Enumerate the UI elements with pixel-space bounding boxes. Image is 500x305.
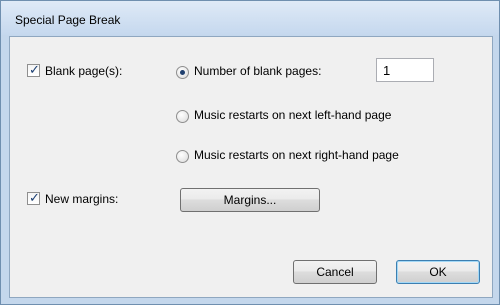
margins-button[interactable]: Margins...	[180, 188, 320, 212]
title-bar[interactable]: Special Page Break	[1, 1, 499, 35]
cancel-button-label: Cancel	[316, 265, 354, 279]
check-icon: ✓	[29, 62, 40, 77]
restart-right-hand-label: Music restarts on next right-hand page	[194, 148, 399, 162]
restart-left-hand-label: Music restarts on next left-hand page	[194, 108, 392, 122]
blank-pages-count-input[interactable]	[376, 58, 434, 82]
radio-number-of-blank-pages[interactable]	[176, 66, 189, 79]
dialog-window: Special Page Break ✓ Blank page(s): Numb…	[0, 0, 500, 305]
number-of-blank-pages-label: Number of blank pages:	[194, 64, 322, 78]
dialog-title: Special Page Break	[15, 13, 121, 27]
new-margins-checkbox[interactable]: ✓	[27, 190, 40, 205]
blank-pages-label: Blank page(s):	[45, 64, 123, 78]
new-margins-label: New margins:	[45, 192, 119, 206]
radio-restart-left-hand[interactable]	[176, 110, 189, 123]
dialog-content: ✓ Blank page(s): Number of blank pages: …	[9, 36, 493, 298]
blank-pages-checkbox[interactable]: ✓	[27, 62, 40, 77]
margins-button-label: Margins...	[223, 193, 277, 207]
cancel-button[interactable]: Cancel	[293, 260, 377, 284]
ok-button-label: OK	[429, 265, 447, 279]
radio-restart-right-hand[interactable]	[176, 150, 189, 163]
check-icon: ✓	[29, 190, 40, 205]
ok-button[interactable]: OK	[396, 260, 480, 284]
